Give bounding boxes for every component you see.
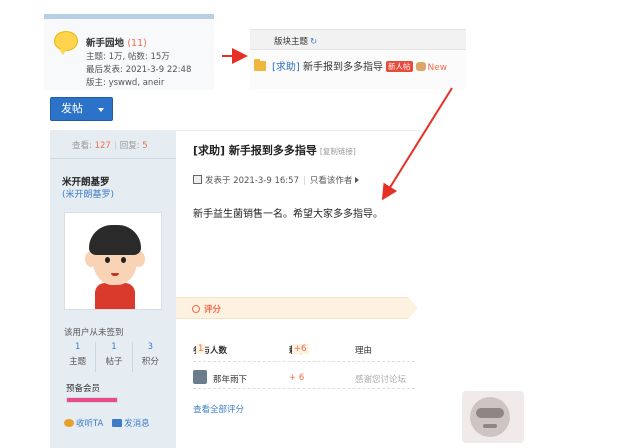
rating-table-header: 参与人数1 赖票+6 理由 — [193, 344, 415, 362]
stat-value[interactable]: 1 — [96, 342, 131, 352]
views-count: 127 — [94, 141, 111, 151]
new-label: New — [427, 63, 448, 73]
thread-row[interactable]: [求助] 新手报到多多指导 新人帖 New — [254, 58, 447, 73]
only-author-link[interactable]: 只看该作者 — [310, 176, 353, 186]
forum-title[interactable]: 新手园地 (11) — [86, 35, 147, 49]
message-button[interactable]: 发消息 — [112, 419, 150, 429]
chevron-down-icon[interactable] — [98, 108, 104, 112]
forum-count: (11) — [127, 38, 147, 49]
avatar[interactable] — [193, 370, 207, 384]
post-container: 查看: 127 | 回复: 5 米开朗基罗 (米开朗基罗) 该用户从未签到 1 主题 … — [50, 130, 420, 448]
forum-topics: 主题: 1万, 帖数: 15万 — [86, 52, 170, 62]
forum-card[interactable]: 新手园地 (11) 主题: 1万, 帖数: 15万 最后发表: 2021-3-9… — [44, 14, 214, 90]
forum-bubble-icon — [54, 31, 78, 55]
sign-status: 该用户从未签到 — [64, 328, 124, 338]
stat-label: 主题 — [69, 357, 87, 367]
rating-section-header: 评分 — [176, 297, 418, 319]
thread-block-header: 版块主题 ↻ — [250, 30, 466, 50]
copy-link[interactable]: [复制链接] — [320, 147, 356, 156]
folder-icon — [254, 59, 266, 71]
stat-value[interactable]: 3 — [133, 342, 168, 352]
newbie-badge: 新人帖 — [386, 61, 413, 72]
author-sidebar: 查看: 127 | 回复: 5 米开朗基罗 (米开朗基罗) 该用户从未签到 1 主题 … — [50, 130, 176, 448]
forum-last-post: 最后发表: 2021-3-9 22:48 — [86, 65, 192, 75]
replies-count: 5 — [142, 141, 148, 151]
circle-icon — [192, 305, 200, 313]
stat-label: 帖子 — [105, 357, 123, 367]
rater-name[interactable]: 那年雨下 — [213, 373, 247, 385]
page-title: [求助] 新手报到多多指导 [复制链接] — [193, 144, 356, 157]
thread-title-link[interactable]: 新手报到多多指导 — [303, 62, 383, 73]
author-stats: 1 主题 1 帖子 3 积分 — [60, 342, 168, 372]
stat-label: 积分 — [141, 357, 159, 367]
follow-icon — [64, 419, 74, 427]
post-main: [求助] 新手报到多多指导 [复制链接] 发表于 2021-3-9 16:57 | 只… — [176, 130, 420, 448]
thread-tag[interactable]: [求助] — [272, 62, 300, 73]
post-content: 新手益生菌销售一名。希望大家多多指导。 — [193, 209, 383, 220]
thread-block: 版块主题 ↻ [求助] 新手报到多多指导 新人帖 New — [250, 29, 466, 89]
author-nickname[interactable]: (米开朗基罗) — [62, 187, 114, 200]
level-progress-bar — [66, 397, 118, 403]
hand-icon — [415, 62, 426, 71]
forum-moderators: 版主: yswwd, aneir — [86, 78, 165, 88]
rater-reason: 感谢您讨论坛 — [355, 375, 407, 385]
coins-total: +6 — [292, 344, 309, 354]
play-icon — [355, 177, 360, 183]
author-name[interactable]: 米开朗基罗 — [62, 174, 110, 188]
stat-value[interactable]: 1 — [60, 342, 95, 352]
follow-button[interactable]: 收听TA — [64, 419, 103, 429]
post-meta: 发表于 2021-3-9 16:57 | 只看该作者 — [193, 174, 360, 186]
reason-header: 理由 — [355, 346, 373, 356]
avatar[interactable] — [64, 212, 162, 310]
post-icon — [193, 175, 202, 184]
author-actions: 收听TA 发消息 — [64, 417, 156, 429]
participants-count: 1 — [196, 344, 206, 354]
post-date: 发表于 2021-3-9 16:57 — [205, 176, 299, 186]
member-level: 预备会员 — [66, 384, 101, 394]
rater-score: + 6 — [289, 373, 305, 383]
table-row: 那年雨下 + 6 感谢您讨论坛 — [193, 369, 415, 389]
post-button[interactable]: 发帖 — [50, 97, 113, 121]
refresh-icon[interactable]: ↻ — [310, 37, 317, 47]
view-all-ratings[interactable]: 查看全部评分 — [193, 403, 244, 415]
mail-icon — [112, 419, 123, 427]
thread-stats: 查看: 127 | 回复: 5 — [50, 130, 176, 159]
